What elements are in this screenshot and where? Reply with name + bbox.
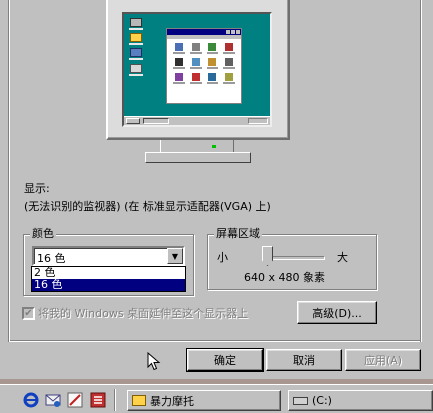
monitor-preview-screen xyxy=(122,12,272,127)
tab-page-right-edge xyxy=(420,0,422,342)
ie-icon[interactable] xyxy=(22,391,40,409)
recycle-bin-icon xyxy=(129,64,143,76)
colors-option-16[interactable]: 16 色 xyxy=(32,279,185,291)
screen-area-max-label: 大 xyxy=(337,251,348,264)
check-icon: ✔ xyxy=(24,307,33,319)
colors-group-title: 颜色 xyxy=(30,227,56,240)
screen-area-group-title: 屏幕区域 xyxy=(214,227,262,240)
extend-desktop-label: 将我的 Windows 桌面延伸至这个显示器上 xyxy=(38,307,249,320)
monitor-base xyxy=(145,152,251,163)
antivirus-icon[interactable] xyxy=(89,391,107,409)
display-description: (无法识别的监视器) (在 标准显示适配器(VGA) 上) xyxy=(24,200,271,213)
advanced-button[interactable]: 高级(D)... xyxy=(297,301,377,324)
colors-combobox[interactable]: 16 色 ▼ xyxy=(32,246,185,266)
channel-icon[interactable] xyxy=(66,391,84,409)
preview-window xyxy=(166,28,242,104)
resolution-label: 640 x 480 象素 xyxy=(244,271,325,284)
ok-button[interactable]: 确定 xyxy=(186,348,264,372)
mouse-cursor-icon xyxy=(147,352,161,371)
apply-button[interactable]: 应用(A) xyxy=(345,349,421,371)
network-icon xyxy=(129,48,143,60)
preview-window-icons xyxy=(167,39,241,88)
extend-desktop-checkbox[interactable]: ✔ xyxy=(22,307,35,320)
screen-area-min-label: 小 xyxy=(217,251,228,264)
tab-page-bottom-edge xyxy=(8,340,422,342)
chevron-down-icon[interactable]: ▼ xyxy=(167,248,183,264)
monitor-neck xyxy=(160,140,234,152)
monitor-power-led xyxy=(212,145,216,148)
colors-dropdown-list: 2 色 16 色 xyxy=(31,266,186,292)
folder-icon xyxy=(132,395,146,406)
taskbar-window-drive[interactable]: (C:) xyxy=(288,390,433,411)
taskbar-window-drive-label: (C:) xyxy=(312,394,332,407)
tab-page-left-edge xyxy=(8,0,10,342)
colors-combobox-value: 16 色 xyxy=(37,252,66,265)
taskbar: 暴力摩托 (C:) xyxy=(0,379,433,413)
display-heading: 显示: xyxy=(24,182,50,195)
my-documents-icon xyxy=(129,33,143,45)
cancel-button[interactable]: 取消 xyxy=(266,349,342,371)
outlook-express-icon[interactable] xyxy=(44,391,62,409)
taskbar-window-game[interactable]: 暴力摩托 xyxy=(127,390,281,411)
my-computer-icon xyxy=(129,18,143,30)
background-window-strip xyxy=(0,379,433,384)
drive-icon xyxy=(293,396,308,405)
taskbar-window-game-label: 暴力摩托 xyxy=(150,394,194,408)
preview-taskbar xyxy=(124,116,270,125)
